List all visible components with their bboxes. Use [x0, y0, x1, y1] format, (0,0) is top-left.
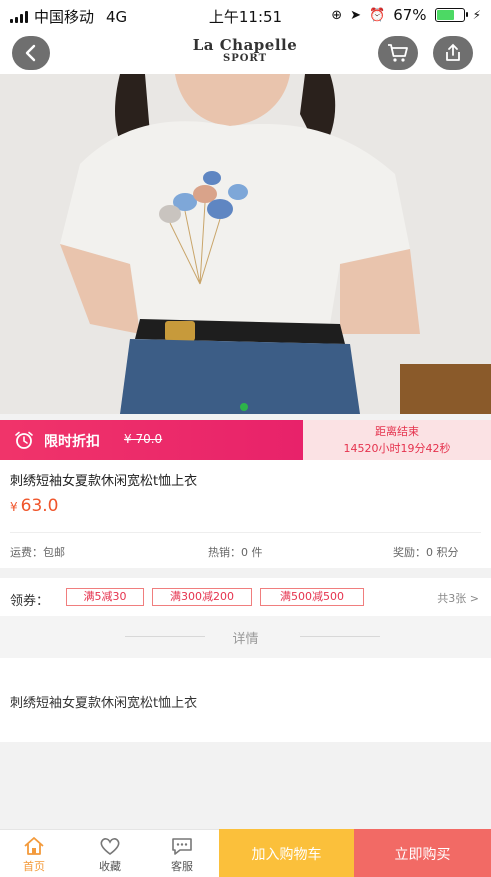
price-value: 63.0	[20, 496, 59, 516]
divider	[300, 636, 380, 637]
product-photo-illustration	[0, 74, 491, 414]
top-header: La Chapelle SPORT	[0, 30, 491, 74]
countdown-panel: 距离结束 14520小时19分42秒	[303, 420, 491, 460]
battery-icon	[434, 8, 468, 22]
coupon-item[interactable]: 满500减500	[260, 588, 364, 606]
back-button[interactable]	[12, 36, 50, 70]
detail-section-header: 详情	[0, 616, 491, 658]
sales-count: 热销：0 件	[208, 546, 263, 559]
original-price: ¥ 70.0	[124, 432, 163, 446]
bottom-action-bar: 首页 收藏 客服 加入购物车 立即购买	[0, 829, 491, 877]
flash-sale-banner: 限时折扣 ¥ 70.0 距离结束 14520小时19分42秒	[0, 420, 491, 460]
heart-icon	[100, 838, 120, 856]
brand-logo: La Chapelle SPORT	[150, 36, 340, 64]
location-icon: ➤	[350, 7, 362, 23]
coupon-count[interactable]: 共3张 >	[437, 590, 479, 606]
add-to-cart-button[interactable]: 加入购物车	[219, 829, 354, 877]
share-button[interactable]	[433, 36, 473, 70]
detail-heading: 详情	[232, 632, 259, 647]
carousel-indicator	[240, 403, 248, 411]
brand-subtitle: SPORT	[222, 53, 268, 64]
share-icon	[446, 43, 460, 61]
shipping-info: 运费：包邮	[10, 546, 65, 559]
countdown-label: 距离结束	[375, 425, 419, 438]
chevron-left-icon	[25, 44, 36, 62]
coupon-item[interactable]: 满5减30	[66, 588, 144, 606]
coupon-item[interactable]: 满300减200	[152, 588, 252, 606]
divider	[10, 532, 481, 533]
countdown-timer: 14520小时19分42秒	[343, 442, 451, 455]
reward-points: 奖励：0 积分	[393, 546, 459, 559]
currency-symbol: ¥	[10, 500, 18, 514]
charging-icon: ⚡	[472, 8, 481, 22]
home-icon	[24, 837, 44, 855]
flash-sale-left: 限时折扣 ¥ 70.0	[0, 420, 303, 460]
screen-lock-icon: ⊕	[331, 7, 343, 23]
battery-percent: 67%	[393, 6, 427, 24]
tab-favorite[interactable]: 收藏	[82, 830, 138, 877]
buy-now-button[interactable]: 立即购买	[354, 829, 491, 877]
alarm-icon: ⏰	[369, 7, 386, 23]
tab-home[interactable]: 首页	[6, 830, 62, 877]
brand-name: La Chapelle	[192, 36, 298, 54]
product-title: 刺绣短袖女夏款休闲宽松t恤上衣	[10, 474, 198, 489]
tab-service[interactable]: 客服	[154, 830, 210, 877]
cart-button[interactable]	[378, 36, 418, 70]
product-price: ¥63.0	[10, 496, 59, 516]
coupon-label: 领券：	[10, 594, 50, 609]
coupon-row[interactable]: 领券： 满5减30 满300减200 满500减500 共3张 >	[0, 578, 491, 616]
product-image[interactable]	[0, 74, 491, 414]
tab-service-label: 客服	[171, 860, 193, 873]
flash-sale-label: 限时折扣	[44, 434, 100, 450]
tab-home-label: 首页	[23, 860, 45, 873]
tab-favorite-label: 收藏	[99, 860, 121, 873]
alarm-clock-icon	[15, 431, 33, 449]
product-info: 刺绣短袖女夏款休闲宽松t恤上衣 ¥63.0 运费：包邮 热销：0 件 奖励：0 …	[0, 460, 491, 568]
status-bar: 中国移动 4G 上午11:51 ⊕ ➤ ⏰ 67% ⚡	[0, 0, 491, 30]
chat-icon	[172, 838, 192, 855]
status-right: ⊕ ➤ ⏰ 67% ⚡	[331, 6, 481, 24]
detail-description: 刺绣短袖女夏款休闲宽松t恤上衣	[10, 696, 198, 711]
cart-icon	[388, 44, 408, 62]
detail-content: 刺绣短袖女夏款休闲宽松t恤上衣	[0, 658, 491, 742]
